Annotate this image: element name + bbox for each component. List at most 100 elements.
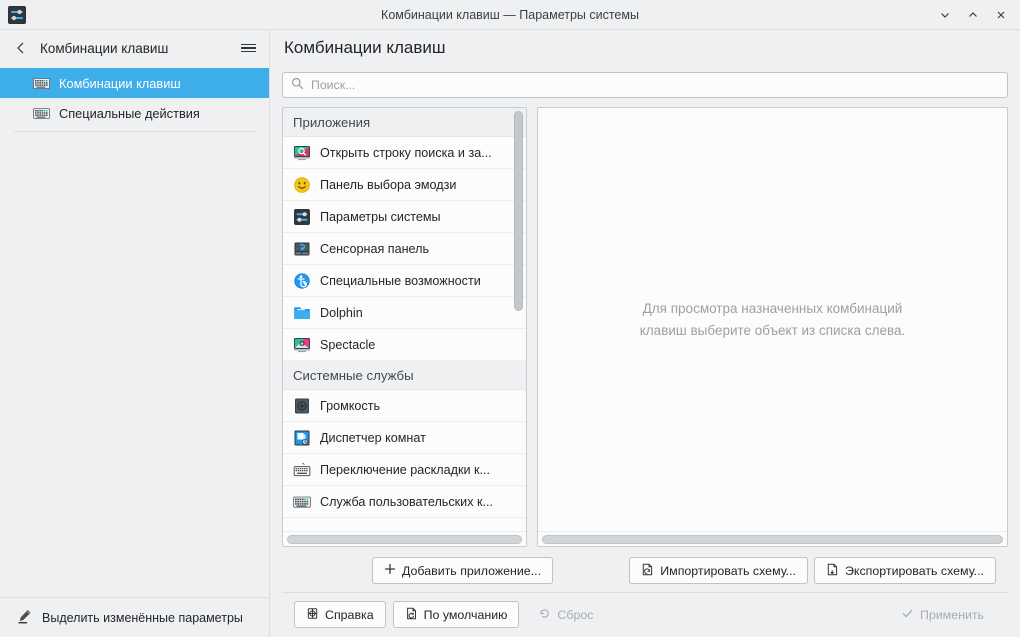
- export-scheme-label: Экспортировать схему...: [845, 563, 984, 578]
- sidebar: Комбинации клавиш Комбинации клавиш Спец…: [0, 30, 270, 637]
- defaults-button[interactable]: По умолчанию: [392, 601, 520, 628]
- sidebar-item-label: Специальные действия: [59, 105, 200, 121]
- krunner-icon: [293, 144, 311, 162]
- group-title: Приложения: [293, 114, 371, 130]
- main-split: Комбинации клавиш Комбинации клавиш Спец…: [0, 30, 1020, 637]
- list-item[interactable]: Диспетчер комнат: [283, 422, 526, 454]
- plus-icon: [384, 563, 396, 578]
- keyboard-layout-icon: [293, 461, 311, 479]
- main-content: Поиск... Приложения Открыть строку поиск…: [270, 66, 1020, 637]
- sidebar-divider: [14, 131, 255, 132]
- minimize-icon[interactable]: [932, 2, 958, 28]
- touchpad-icon: [293, 240, 311, 258]
- main-header: Комбинации клавиш: [270, 30, 1020, 66]
- list-item-label: Параметры системы: [320, 209, 441, 224]
- main-area: Комбинации клавиш Поиск... Приложения От…: [270, 30, 1020, 637]
- help-button[interactable]: Справка: [294, 601, 386, 628]
- import-scheme-label: Импортировать схему...: [660, 563, 797, 578]
- highlighter-pen-icon[interactable]: [16, 608, 33, 628]
- group-header-applications: Приложения: [283, 108, 526, 137]
- list-item-label: Служба пользовательских к...: [320, 494, 494, 509]
- accessibility-icon: [293, 272, 311, 290]
- list-vertical-scrollbar[interactable]: [514, 111, 523, 511]
- sidebar-title: Комбинации клавиш: [40, 40, 169, 56]
- shortcut-detail-pane: Для просмотра назначенных комбинаций кла…: [537, 107, 1008, 547]
- list-item-label: Панель выбора эмодзи: [320, 177, 457, 192]
- list-item[interactable]: Специальные возможности: [283, 265, 526, 297]
- sidebar-footer: Выделить изменённые параметры: [0, 597, 269, 637]
- list-item[interactable]: Сенсорная панель: [283, 233, 526, 265]
- list-item-label: Специальные возможности: [320, 273, 481, 288]
- add-application-label: Добавить приложение...: [402, 563, 542, 578]
- list-item[interactable]: Служба пользовательских к...: [283, 486, 526, 518]
- document-import-icon: [641, 563, 654, 579]
- list-item[interactable]: Громкость: [283, 390, 526, 422]
- document-export-icon: [826, 563, 839, 579]
- window-controls: [932, 0, 1014, 30]
- list-item-label: Сенсорная панель: [320, 241, 430, 256]
- hamburger-menu-icon[interactable]: [235, 35, 261, 61]
- list-item[interactable]: Панель выбора эмодзи: [283, 169, 526, 201]
- panes: Приложения Открыть строку поиска и за...…: [282, 107, 1008, 547]
- help-label: Справка: [325, 607, 374, 622]
- room-manager-icon: [293, 429, 311, 447]
- list-item-label: Диспетчер комнат: [320, 430, 426, 445]
- reset-icon: [538, 607, 551, 623]
- defaults-label: По умолчанию: [423, 607, 508, 622]
- list-item-label: Dolphin: [320, 305, 363, 320]
- sidebar-header: Комбинации клавиш: [0, 30, 269, 66]
- detail-horizontal-scrollbar[interactable]: [538, 531, 1007, 546]
- apply-label: Применить: [919, 607, 984, 622]
- empty-state-line1: Для просмотра назначенных комбинаций: [642, 300, 903, 316]
- defaults-icon: [405, 607, 418, 623]
- window-title: Комбинации клавиш — Параметры системы: [381, 7, 639, 22]
- export-scheme-button[interactable]: Экспортировать схему...: [814, 557, 996, 584]
- list-item[interactable]: Открыть строку поиска и за...: [283, 137, 526, 169]
- list-item[interactable]: Dolphin: [283, 297, 526, 329]
- empty-state-message: Для просмотра назначенных комбинаций кла…: [640, 298, 905, 357]
- search-input[interactable]: Поиск...: [282, 72, 1008, 98]
- list-item[interactable]: Переключение раскладки к...: [283, 454, 526, 486]
- add-application-button[interactable]: Добавить приложение...: [372, 557, 554, 584]
- apply-button: Применить: [889, 601, 996, 628]
- list-horizontal-scrollbar[interactable]: [283, 531, 526, 546]
- close-icon[interactable]: [988, 2, 1014, 28]
- action-button-row: Добавить приложение... Импортировать схе…: [282, 547, 1008, 584]
- list-item-label: Переключение раскладки к...: [320, 462, 490, 477]
- search-icon: [291, 77, 304, 93]
- highlight-changed-settings-label[interactable]: Выделить изменённые параметры: [42, 611, 243, 625]
- keyboard-icon: [33, 75, 50, 92]
- emoji-smiley-icon: [293, 176, 311, 194]
- page-title: Комбинации клавиш: [284, 38, 446, 57]
- system-settings-window: Комбинации клавиш — Параметры системы Ко…: [0, 0, 1020, 637]
- group-header-system-services: Системные службы: [283, 361, 526, 390]
- check-icon: [901, 607, 914, 623]
- footer-button-row: Справка По умолчанию Сброс Применить: [282, 592, 1008, 637]
- shortcut-list-pane: Приложения Открыть строку поиска и за...…: [282, 107, 527, 547]
- list-item[interactable]: Параметры системы: [283, 201, 526, 233]
- sidebar-item-custom-actions[interactable]: Специальные действия: [0, 98, 269, 128]
- reset-button: Сброс: [526, 601, 605, 628]
- reset-label: Сброс: [557, 607, 594, 622]
- group-title: Системные службы: [293, 367, 414, 383]
- system-settings-icon: [7, 5, 27, 25]
- keyboard-icon: [293, 493, 311, 511]
- shortcut-list: Приложения Открыть строку поиска и за...…: [283, 108, 526, 546]
- maximize-icon[interactable]: [960, 2, 986, 28]
- search-placeholder: Поиск...: [311, 78, 356, 92]
- list-item-label: Spectacle: [320, 337, 376, 352]
- speaker-icon: [293, 397, 311, 415]
- sidebar-item-label: Комбинации клавиш: [59, 75, 181, 91]
- list-item[interactable]: Spectacle: [283, 329, 526, 361]
- titlebar: Комбинации клавиш — Параметры системы: [0, 0, 1020, 30]
- back-arrow-icon[interactable]: [10, 37, 32, 59]
- folder-icon: [293, 304, 311, 322]
- system-settings-icon: [293, 208, 311, 226]
- sidebar-item-shortcuts[interactable]: Комбинации клавиш: [0, 68, 269, 98]
- empty-state-line2: клавиш выберите объект из списка слева.: [639, 323, 906, 338]
- import-scheme-button[interactable]: Импортировать схему...: [629, 557, 809, 584]
- list-item-label: Открыть строку поиска и за...: [320, 145, 492, 160]
- keyboard-icon: [33, 105, 50, 122]
- sidebar-list: Комбинации клавиш Специальные действия: [0, 66, 269, 132]
- help-icon: [306, 607, 319, 623]
